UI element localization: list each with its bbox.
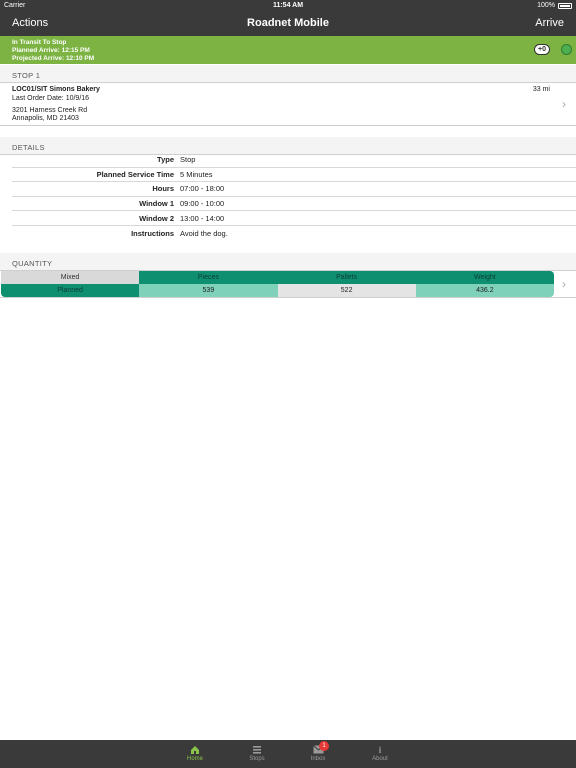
detail-label: Type [157,155,174,165]
detail-row-window-1: Window 1 09:00 - 10:00 [12,197,576,212]
tab-home[interactable]: Home [175,743,215,762]
page-title: Roadnet Mobile [247,17,329,29]
detail-value: Avoid the dog. [180,228,228,238]
detail-value: Stop [180,155,196,165]
tab-label: Stops [249,756,265,762]
chevron-right-icon: › [562,277,566,291]
quantity-column-header: Pallets [277,271,416,284]
list-icon [237,743,277,756]
battery-percent: 100% [537,2,555,9]
stop-section-header: STOP 1 [0,65,576,83]
detail-label: Planned Service Time [96,169,174,179]
address-line-2: Annapolis, MD 21403 [12,115,79,122]
detail-row-instructions: Instructions Avoid the dog. [12,226,576,241]
transit-status-banner: In Transit To Stop Planned Arrive: 12:15… [0,36,576,64]
stop-card[interactable]: LOC01/SIT Simons Bakery Last Order Date:… [0,83,576,126]
quantity-section-header: QUANTITY [0,253,576,271]
address-line-1: 3201 Harness Creek Rd [12,107,88,114]
tab-label: About [372,756,388,762]
stop-distance: 33 mi [532,86,550,93]
info-icon: i [378,744,382,755]
detail-row-service-time: Planned Service Time 5 Minutes [12,168,576,183]
quantity-column-header: Pieces [139,271,278,284]
clock: 11:54 AM [272,2,304,9]
detail-label: Window 1 [139,199,174,209]
tab-label: Home [186,756,203,762]
home-icon [175,743,215,756]
detail-row-type: Type Stop [12,153,576,168]
battery-icon [558,2,572,9]
tab-label: Inbox [310,756,326,762]
transit-status: In Transit To Stop [12,39,67,46]
arrive-button[interactable]: Arrive [535,17,564,29]
quantity-cell: 436.2 [415,284,554,297]
detail-value: 5 Minutes [180,169,213,179]
navigation-bar: Actions Roadnet Mobile Arrive [0,12,576,36]
battery-indicator: 100% [537,2,572,9]
detail-label: Instructions [131,228,174,238]
time-delta-badge: +0 [534,44,550,55]
detail-row-window-2: Window 2 13:00 - 14:00 [12,211,576,226]
quantity-row-label: Planned [1,284,140,297]
projected-arrive: Projected Arrive: 12:10 PM [12,55,95,62]
tab-about[interactable]: i About [360,743,400,763]
tab-inbox[interactable]: 1 Inbox [298,741,338,762]
quantity-cell: 522 [277,284,416,297]
chevron-right-icon: › [562,97,566,111]
mail-icon [298,743,338,756]
detail-value: 09:00 - 10:00 [180,199,225,209]
quantity-header-row: Mixed Pieces Pallets Weight [1,271,554,284]
last-order-date: Last Order Date: 10/9/16 [12,95,90,102]
status-indicator-dot [561,44,572,55]
stop-name: LOC01/SIT Simons Bakery [12,86,100,93]
quantity-row[interactable]: Mixed Pieces Pallets Weight Planned 539 … [0,271,576,298]
inbox-badge: 1 [319,741,329,751]
detail-value: 13:00 - 14:00 [180,213,225,223]
tab-bar: Home Stops 1 Inbox i About [0,740,576,768]
status-bar: Carrier 11:54 AM 100% [0,0,576,12]
quantity-table: Mixed Pieces Pallets Weight Planned 539 … [1,271,554,297]
quantity-data-row: Planned 539 522 436.2 [1,284,554,297]
detail-label: Window 2 [139,213,174,223]
quantity-column-header: Mixed [1,271,140,284]
detail-label: Hours [152,184,174,194]
details-table: Type Stop Planned Service Time 5 Minutes… [12,153,576,241]
detail-value: 07:00 - 18:00 [180,184,225,194]
planned-arrive: Planned Arrive: 12:15 PM [12,47,90,54]
quantity-cell: 539 [139,284,278,297]
quantity-column-header: Weight [415,271,554,284]
tab-stops[interactable]: Stops [237,743,277,762]
detail-row-hours: Hours 07:00 - 18:00 [12,182,576,197]
